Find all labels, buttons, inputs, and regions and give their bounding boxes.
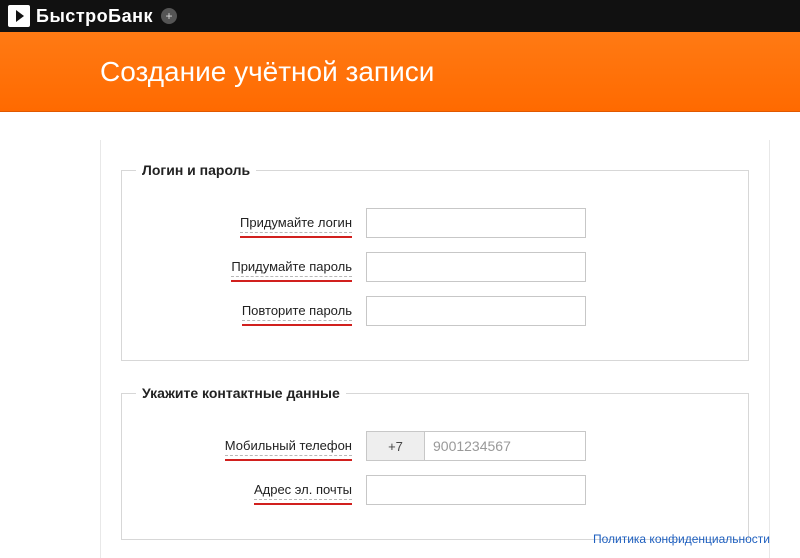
row-password-repeat: Повторите пароль bbox=[136, 296, 734, 326]
phone-group: +7 bbox=[366, 431, 586, 461]
login-input[interactable] bbox=[366, 208, 586, 238]
login-section: Логин и пароль Придумайте логин Придумай… bbox=[121, 162, 749, 361]
chevron-right-icon bbox=[16, 10, 24, 22]
phone-prefix: +7 bbox=[366, 431, 424, 461]
privacy-link[interactable]: Политика конфиденциальности bbox=[593, 532, 770, 546]
password-repeat-input[interactable] bbox=[366, 296, 586, 326]
contact-section: Укажите контактные данные Мобильный теле… bbox=[121, 385, 749, 540]
row-login: Придумайте логин bbox=[136, 208, 734, 238]
page-title: Создание учётной записи bbox=[100, 56, 434, 88]
password-input[interactable] bbox=[366, 252, 586, 282]
row-phone: Мобильный телефон +7 bbox=[136, 431, 734, 461]
password-label: Придумайте пароль bbox=[231, 259, 352, 277]
email-input[interactable] bbox=[366, 475, 586, 505]
brand-name: БыстроБанк bbox=[36, 6, 153, 27]
login-legend: Логин и пароль bbox=[136, 162, 256, 178]
login-label: Придумайте логин bbox=[240, 215, 352, 233]
footer-link-area: Политика конфиденциальности bbox=[593, 532, 770, 546]
password-repeat-label: Повторите пароль bbox=[242, 303, 352, 321]
title-band: Создание учётной записи bbox=[0, 32, 800, 112]
email-label: Адрес эл. почты bbox=[254, 482, 352, 500]
topbar: БыстроБанк + bbox=[0, 0, 800, 32]
plus-circle-icon[interactable]: + bbox=[161, 8, 177, 24]
phone-input[interactable] bbox=[424, 431, 586, 461]
phone-label: Мобильный телефон bbox=[225, 438, 352, 456]
contact-legend: Укажите контактные данные bbox=[136, 385, 346, 401]
main-form-area: Логин и пароль Придумайте логин Придумай… bbox=[100, 140, 770, 558]
row-password: Придумайте пароль bbox=[136, 252, 734, 282]
logo-icon bbox=[8, 5, 30, 27]
row-email: Адрес эл. почты bbox=[136, 475, 734, 505]
